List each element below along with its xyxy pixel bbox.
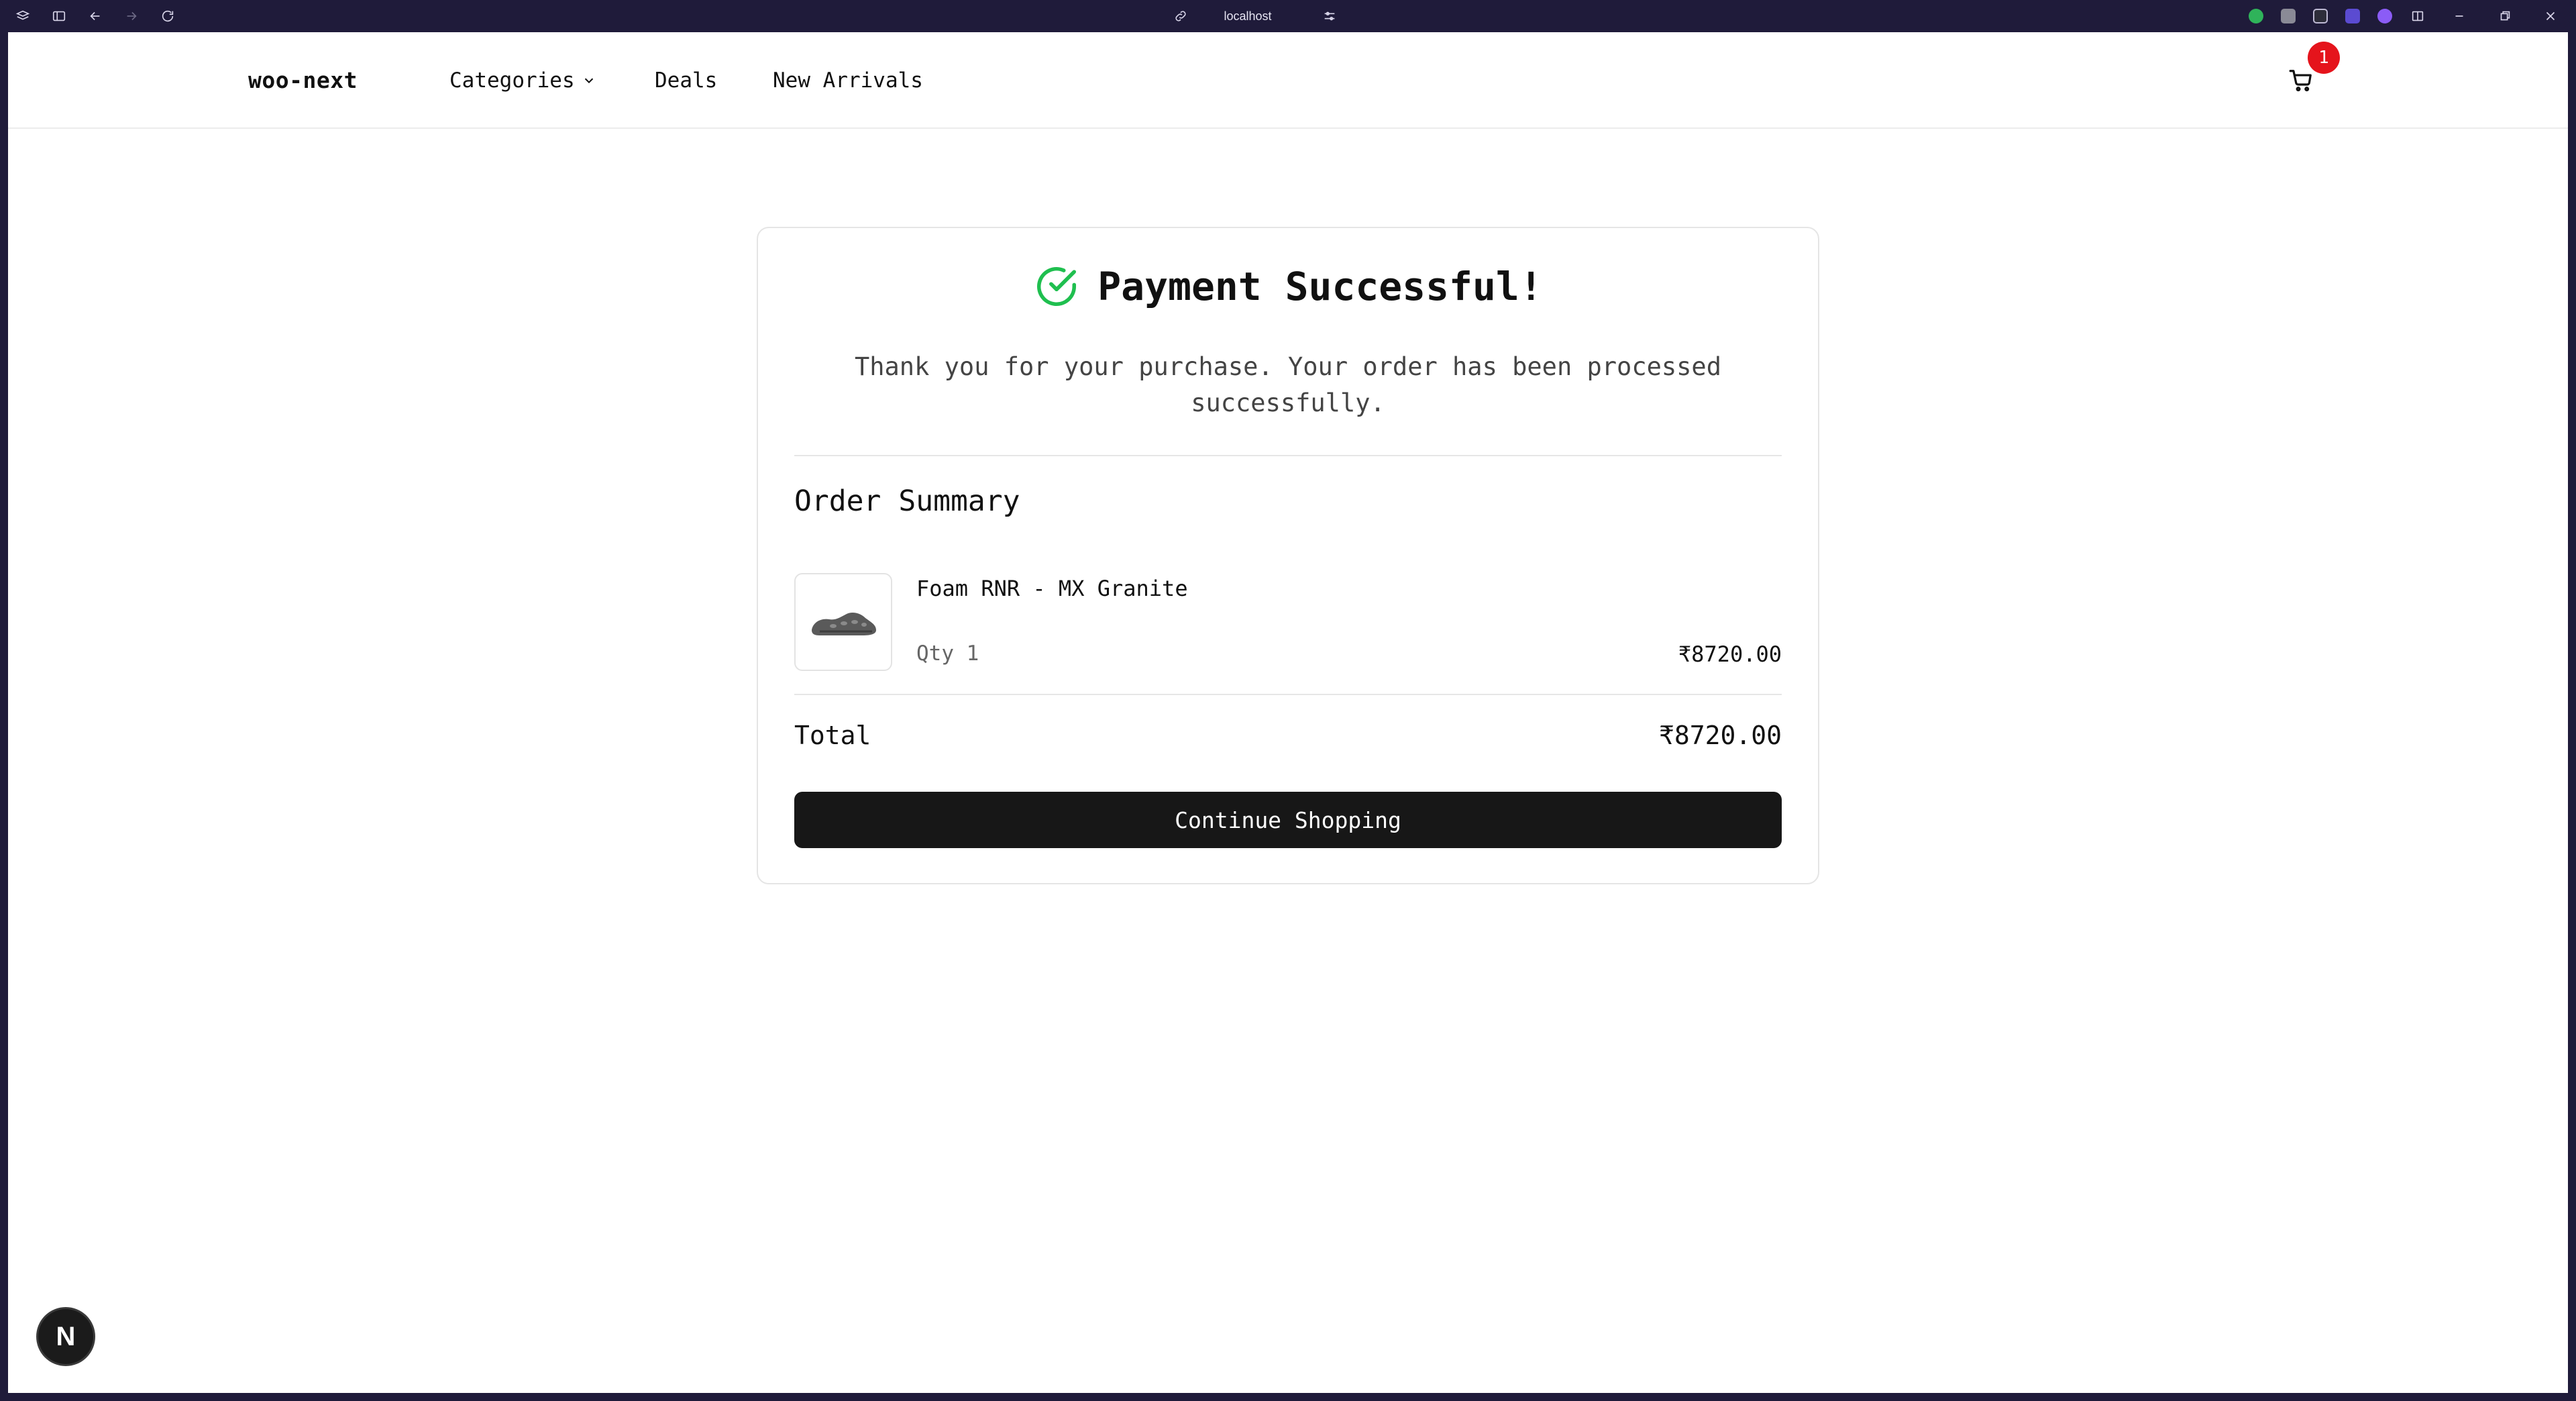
nav-new-arrivals[interactable]: New Arrivals (773, 68, 923, 93)
nextjs-logo-icon: N (56, 1321, 76, 1351)
product-name: Foam RNR - MX Granite (916, 576, 1188, 601)
success-heading: Payment Successful! (758, 263, 1818, 310)
total-value: ₹8720.00 (1658, 721, 1782, 750)
shoe-image (812, 613, 876, 635)
cart-button[interactable] (2286, 66, 2316, 95)
total-label: Total (794, 721, 871, 750)
split-view-icon[interactable] (2410, 8, 2426, 24)
nav-new-arrivals-label: New Arrivals (773, 68, 923, 93)
minimize-icon[interactable] (2451, 8, 2467, 24)
page-title: Payment Successful! (1097, 264, 1543, 309)
url-text: localhost (1224, 9, 1272, 23)
chevron-down-icon (584, 78, 593, 84)
restore-icon[interactable] (2497, 8, 2513, 24)
sidebar-icon[interactable] (51, 8, 67, 24)
settings-icon[interactable] (1322, 8, 1338, 24)
nav-deals[interactable]: Deals (655, 68, 717, 93)
address-bar[interactable]: localhost (1161, 5, 1335, 27)
extension-icon[interactable] (2281, 9, 2296, 23)
product-quantity: Qty 1 (916, 641, 979, 666)
order-summary-title: Order Summary (794, 484, 1020, 518)
nextjs-dev-badge[interactable]: N (36, 1307, 95, 1366)
cart-icon (2289, 70, 2312, 92)
back-icon[interactable] (87, 8, 103, 24)
forward-icon[interactable] (123, 8, 140, 24)
nav-categories-label: Categories (449, 68, 575, 93)
cart-count-badge: 1 (2308, 42, 2340, 74)
product-thumbnail (794, 573, 892, 671)
reload-icon[interactable] (160, 8, 176, 24)
site-logo[interactable]: woo-next (248, 67, 358, 93)
nav-categories[interactable]: Categories (449, 68, 596, 93)
continue-shopping-button[interactable]: Continue Shopping (794, 792, 1782, 848)
thank-you-message: Thank you for your purchase. Your order … (854, 352, 1721, 417)
divider (794, 694, 1782, 695)
close-icon[interactable] (2542, 8, 2559, 24)
nav-deals-label: Deals (655, 68, 718, 93)
extension-icon[interactable] (2249, 9, 2263, 23)
divider (794, 455, 1782, 456)
check-circle-icon (1033, 263, 1080, 310)
extension-icon[interactable] (2377, 9, 2392, 23)
site-header: woo-next Categories Deals New Arrivals 1 (8, 32, 2568, 129)
browser-toolbar: localhost (0, 0, 2576, 32)
product-price: ₹8720.00 (1678, 641, 1782, 667)
extension-icon[interactable] (2345, 9, 2360, 23)
tabs-icon[interactable] (15, 8, 31, 24)
extension-icon[interactable] (2313, 9, 2328, 23)
page-viewport: woo-next Categories Deals New Arrivals 1 (8, 32, 2568, 1393)
payment-confirmation-card: Payment Successful! Thank you for your p… (757, 227, 1819, 884)
